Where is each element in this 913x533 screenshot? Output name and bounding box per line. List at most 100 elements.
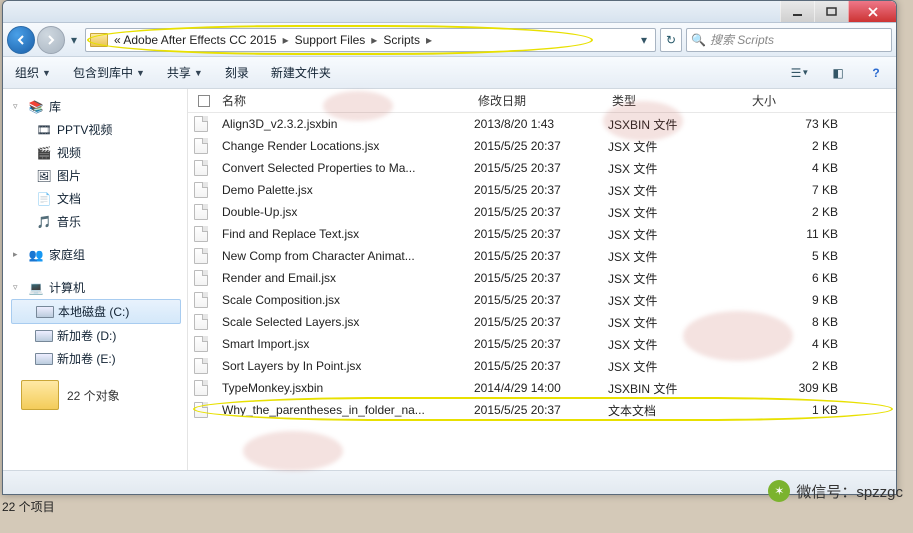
- file-modified: 2015/5/25 20:37: [474, 139, 608, 153]
- burn-button[interactable]: 刻录: [221, 62, 253, 83]
- search-input[interactable]: 🔍 搜索 Scripts: [686, 28, 892, 52]
- new-folder-button[interactable]: 新建文件夹: [267, 62, 335, 83]
- folder-icon: [21, 380, 59, 410]
- include-menu[interactable]: 包含到库中▼: [69, 62, 149, 83]
- address-bar[interactable]: « Adobe After Effects CC 2015▸ Support F…: [85, 28, 656, 52]
- help-button[interactable]: ?: [864, 62, 888, 84]
- table-row[interactable]: Convert Selected Properties to Ma...2015…: [188, 157, 896, 179]
- chevron-right-icon[interactable]: ▸: [424, 33, 434, 47]
- file-name: Align3D_v2.3.2.jsxbin: [218, 117, 474, 131]
- sidebar-item-documents[interactable]: 📄文档: [11, 187, 187, 210]
- file-size: 9 KB: [748, 293, 858, 307]
- breadcrumb: « Adobe After Effects CC 2015▸ Support F…: [110, 31, 434, 49]
- sidebar-item-drive-c[interactable]: 本地磁盘 (C:): [11, 299, 181, 324]
- crumb-1[interactable]: Support Files: [291, 31, 370, 49]
- video-icon: 🎬: [35, 145, 53, 161]
- file-size: 2 KB: [748, 205, 858, 219]
- col-type[interactable]: 类型: [608, 92, 748, 109]
- file-modified: 2015/5/25 20:37: [474, 271, 608, 285]
- share-menu[interactable]: 共享▼: [163, 62, 207, 83]
- table-row[interactable]: Scale Composition.jsx2015/5/25 20:37JSX …: [188, 289, 896, 311]
- file-size: 11 KB: [748, 227, 858, 241]
- chevron-down-icon: ▼: [194, 68, 203, 78]
- col-name[interactable]: 名称: [218, 92, 474, 109]
- table-row[interactable]: Sort Layers by In Point.jsx2015/5/25 20:…: [188, 355, 896, 377]
- maximize-button[interactable]: [814, 1, 848, 22]
- titlebar: [3, 1, 896, 23]
- col-size[interactable]: 大小: [748, 92, 858, 109]
- table-row[interactable]: Scale Selected Layers.jsx2015/5/25 20:37…: [188, 311, 896, 333]
- chevron-right-icon[interactable]: ▸: [281, 33, 291, 47]
- picture-icon: 🖼: [35, 168, 53, 184]
- table-row[interactable]: Smart Import.jsx2015/5/25 20:37JSX 文件4 K…: [188, 333, 896, 355]
- crumb-2[interactable]: Scripts: [379, 31, 424, 49]
- homegroup-header[interactable]: ▸👥家庭组: [11, 243, 187, 266]
- sidebar-item-drive-d[interactable]: 新加卷 (D:): [11, 324, 187, 347]
- crumb-0[interactable]: « Adobe After Effects CC 2015: [110, 31, 281, 49]
- back-button[interactable]: [7, 26, 35, 54]
- file-type: JSX 文件: [608, 248, 748, 265]
- sidebar-item-video[interactable]: 🎬视频: [11, 141, 187, 164]
- sidebar-item-pptv[interactable]: 🎞PPTV视频: [11, 118, 187, 141]
- library-header[interactable]: ▿📚库: [11, 95, 187, 118]
- file-name: Double-Up.jsx: [218, 205, 474, 219]
- computer-header[interactable]: ▿💻计算机: [11, 276, 187, 299]
- file-modified: 2015/5/25 20:37: [474, 403, 608, 417]
- sidebar-item-pictures[interactable]: 🖼图片: [11, 164, 187, 187]
- select-all-checkbox[interactable]: [198, 95, 210, 107]
- forward-button[interactable]: [37, 26, 65, 54]
- table-row[interactable]: New Comp from Character Animat...2015/5/…: [188, 245, 896, 267]
- column-headers[interactable]: 名称 修改日期 类型 大小: [188, 89, 896, 113]
- table-row[interactable]: Render and Email.jsx2015/5/25 20:37JSX 文…: [188, 267, 896, 289]
- file-icon: [194, 336, 208, 352]
- address-dropdown[interactable]: ▾: [637, 33, 651, 47]
- table-row[interactable]: Demo Palette.jsx2015/5/25 20:37JSX 文件7 K…: [188, 179, 896, 201]
- file-type: JSX 文件: [608, 160, 748, 177]
- file-icon: [194, 248, 208, 264]
- homegroup-icon: 👥: [27, 247, 45, 263]
- file-icon: [194, 358, 208, 374]
- folder-preview: 22 个对象: [21, 380, 187, 410]
- close-button[interactable]: [848, 1, 896, 22]
- file-modified: 2015/5/25 20:37: [474, 315, 608, 329]
- file-icon: [194, 380, 208, 396]
- file-modified: 2015/5/25 20:37: [474, 359, 608, 373]
- minimize-button[interactable]: [780, 1, 814, 22]
- file-icon: [194, 292, 208, 308]
- music-icon: 🎵: [35, 214, 53, 230]
- file-icon: [194, 204, 208, 220]
- preview-pane-button[interactable]: ◧: [826, 62, 850, 84]
- recent-dropdown[interactable]: ▾: [67, 31, 81, 49]
- file-icon: [194, 138, 208, 154]
- file-size: 8 KB: [748, 315, 858, 329]
- file-name: Find and Replace Text.jsx: [218, 227, 474, 241]
- col-modified[interactable]: 修改日期: [474, 92, 608, 109]
- file-icon: [194, 314, 208, 330]
- details-pane: [3, 470, 896, 494]
- file-name: TypeMonkey.jsxbin: [218, 381, 474, 395]
- collapse-icon: ▿: [13, 282, 23, 293]
- toolbar: 组织▼ 包含到库中▼ 共享▼ 刻录 新建文件夹 ☰ ▼ ◧ ?: [3, 57, 896, 89]
- sidebar-item-music[interactable]: 🎵音乐: [11, 210, 187, 233]
- refresh-button[interactable]: ↻: [660, 28, 682, 52]
- file-size: 2 KB: [748, 139, 858, 153]
- table-row[interactable]: Align3D_v2.3.2.jsxbin2013/8/20 1:43JSXBI…: [188, 113, 896, 135]
- table-row[interactable]: Double-Up.jsx2015/5/25 20:37JSX 文件2 KB: [188, 201, 896, 223]
- table-row[interactable]: Why_the_parentheses_in_folder_na...2015/…: [188, 399, 896, 421]
- chevron-right-icon[interactable]: ▸: [369, 33, 379, 47]
- main-split: ▿📚库 🎞PPTV视频 🎬视频 🖼图片 📄文档 🎵音乐 ▸👥家庭组 ▿💻计算机 …: [3, 89, 896, 470]
- drive-icon: [35, 328, 53, 344]
- file-icon: [194, 402, 208, 418]
- file-size: 2 KB: [748, 359, 858, 373]
- organize-menu[interactable]: 组织▼: [11, 62, 55, 83]
- file-type: JSX 文件: [608, 182, 748, 199]
- chevron-down-icon: ▼: [136, 68, 145, 78]
- sidebar-item-drive-e[interactable]: 新加卷 (E:): [11, 347, 187, 370]
- view-button[interactable]: ☰ ▼: [788, 62, 812, 84]
- drive-icon: [35, 351, 53, 367]
- file-name: Render and Email.jsx: [218, 271, 474, 285]
- computer-icon: 💻: [27, 280, 45, 296]
- table-row[interactable]: Change Render Locations.jsx2015/5/25 20:…: [188, 135, 896, 157]
- table-row[interactable]: Find and Replace Text.jsx2015/5/25 20:37…: [188, 223, 896, 245]
- table-row[interactable]: TypeMonkey.jsxbin2014/4/29 14:00JSXBIN 文…: [188, 377, 896, 399]
